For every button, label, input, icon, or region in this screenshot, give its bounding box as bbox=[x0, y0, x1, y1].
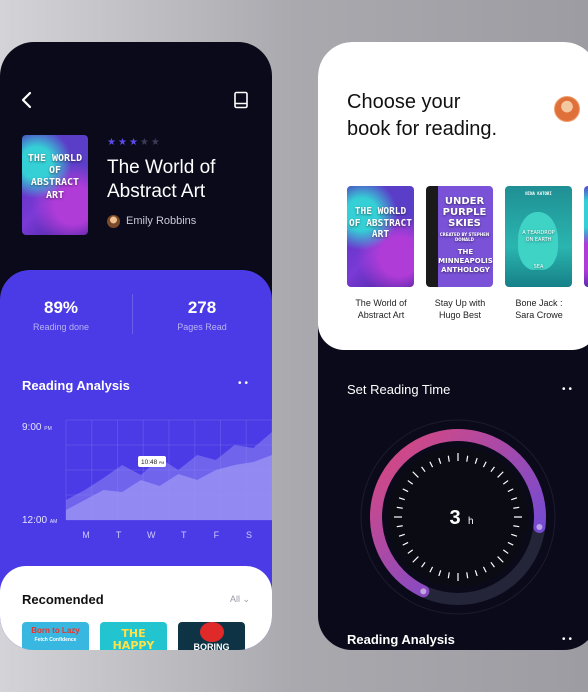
x-tick-label: W bbox=[147, 530, 156, 540]
filter-label: All bbox=[230, 594, 241, 604]
book-icon[interactable] bbox=[232, 91, 250, 109]
more-dots-icon[interactable]: •• bbox=[562, 634, 575, 645]
back-icon[interactable] bbox=[18, 90, 36, 110]
author-name[interactable]: Emily Robbins bbox=[126, 215, 196, 227]
choose-book-screen: Choose your book for reading. THE WORLD … bbox=[318, 42, 588, 650]
recommended-book-title: Born to Lazy bbox=[31, 626, 80, 635]
star-icon: ★ bbox=[128, 137, 140, 148]
star-icon: ★ bbox=[139, 137, 151, 148]
dial-end-handle[interactable] bbox=[536, 523, 543, 530]
dial-start-handle[interactable] bbox=[420, 588, 427, 595]
recommended-book[interactable]: BORING bbox=[178, 622, 245, 650]
book-cover-title: THE WORLD OF ABSTRACT ART bbox=[27, 153, 83, 201]
recommended-book-subtitle: Fetch Confidence bbox=[34, 637, 77, 643]
reading-analysis-chart: 10:48 PM M T W T F S bbox=[65, 419, 272, 540]
reading-time-dial[interactable]: 3h bbox=[318, 42, 588, 650]
book-title: The World of Abstract Art bbox=[107, 156, 257, 204]
reading-time-value: 3 bbox=[449, 507, 460, 529]
recommended-title: Recomended bbox=[22, 592, 104, 607]
recommended-book-title: THE HAPPY LESSON bbox=[112, 627, 155, 651]
recommended-book[interactable]: Born to Lazy Fetch Confidence bbox=[22, 622, 89, 650]
recommended-filter[interactable]: All ⌄ bbox=[230, 594, 250, 605]
x-tick-label: F bbox=[214, 530, 220, 540]
x-tick-label: T bbox=[181, 530, 187, 540]
tooltip-unit: PM bbox=[159, 461, 164, 465]
rating-stars: ★★★★★ bbox=[107, 137, 162, 148]
star-icon: ★ bbox=[117, 137, 129, 148]
reading-time-unit: h bbox=[468, 516, 474, 527]
book-title-line: Abstract Art bbox=[107, 181, 206, 202]
x-tick-label: M bbox=[82, 530, 90, 540]
coral-graphic bbox=[200, 622, 224, 642]
author-avatar bbox=[107, 215, 120, 228]
recommended-panel: Recomended All ⌄ Born to Lazy Fetch Conf… bbox=[0, 566, 272, 650]
book-title-line: The World of bbox=[107, 157, 216, 178]
chevron-down-icon: ⌄ bbox=[242, 594, 251, 604]
recommended-book-title: BORING bbox=[193, 642, 230, 650]
x-tick-label: T bbox=[116, 530, 122, 540]
star-icon: ★ bbox=[107, 137, 118, 148]
recommended-book[interactable]: THE HAPPY LESSON bbox=[100, 622, 167, 650]
book-detail-screen: THE WORLD OF ABSTRACT ART ★★★★★ The Worl… bbox=[0, 42, 272, 650]
chart-tooltip: 10:48 PM bbox=[138, 456, 166, 467]
x-tick-label: S bbox=[246, 530, 252, 540]
star-icon: ★ bbox=[150, 137, 162, 148]
reading-analysis-title: Reading Analysis bbox=[347, 632, 455, 647]
book-cover: THE WORLD OF ABSTRACT ART bbox=[22, 135, 88, 235]
tooltip-text: 10:48 bbox=[141, 459, 158, 466]
